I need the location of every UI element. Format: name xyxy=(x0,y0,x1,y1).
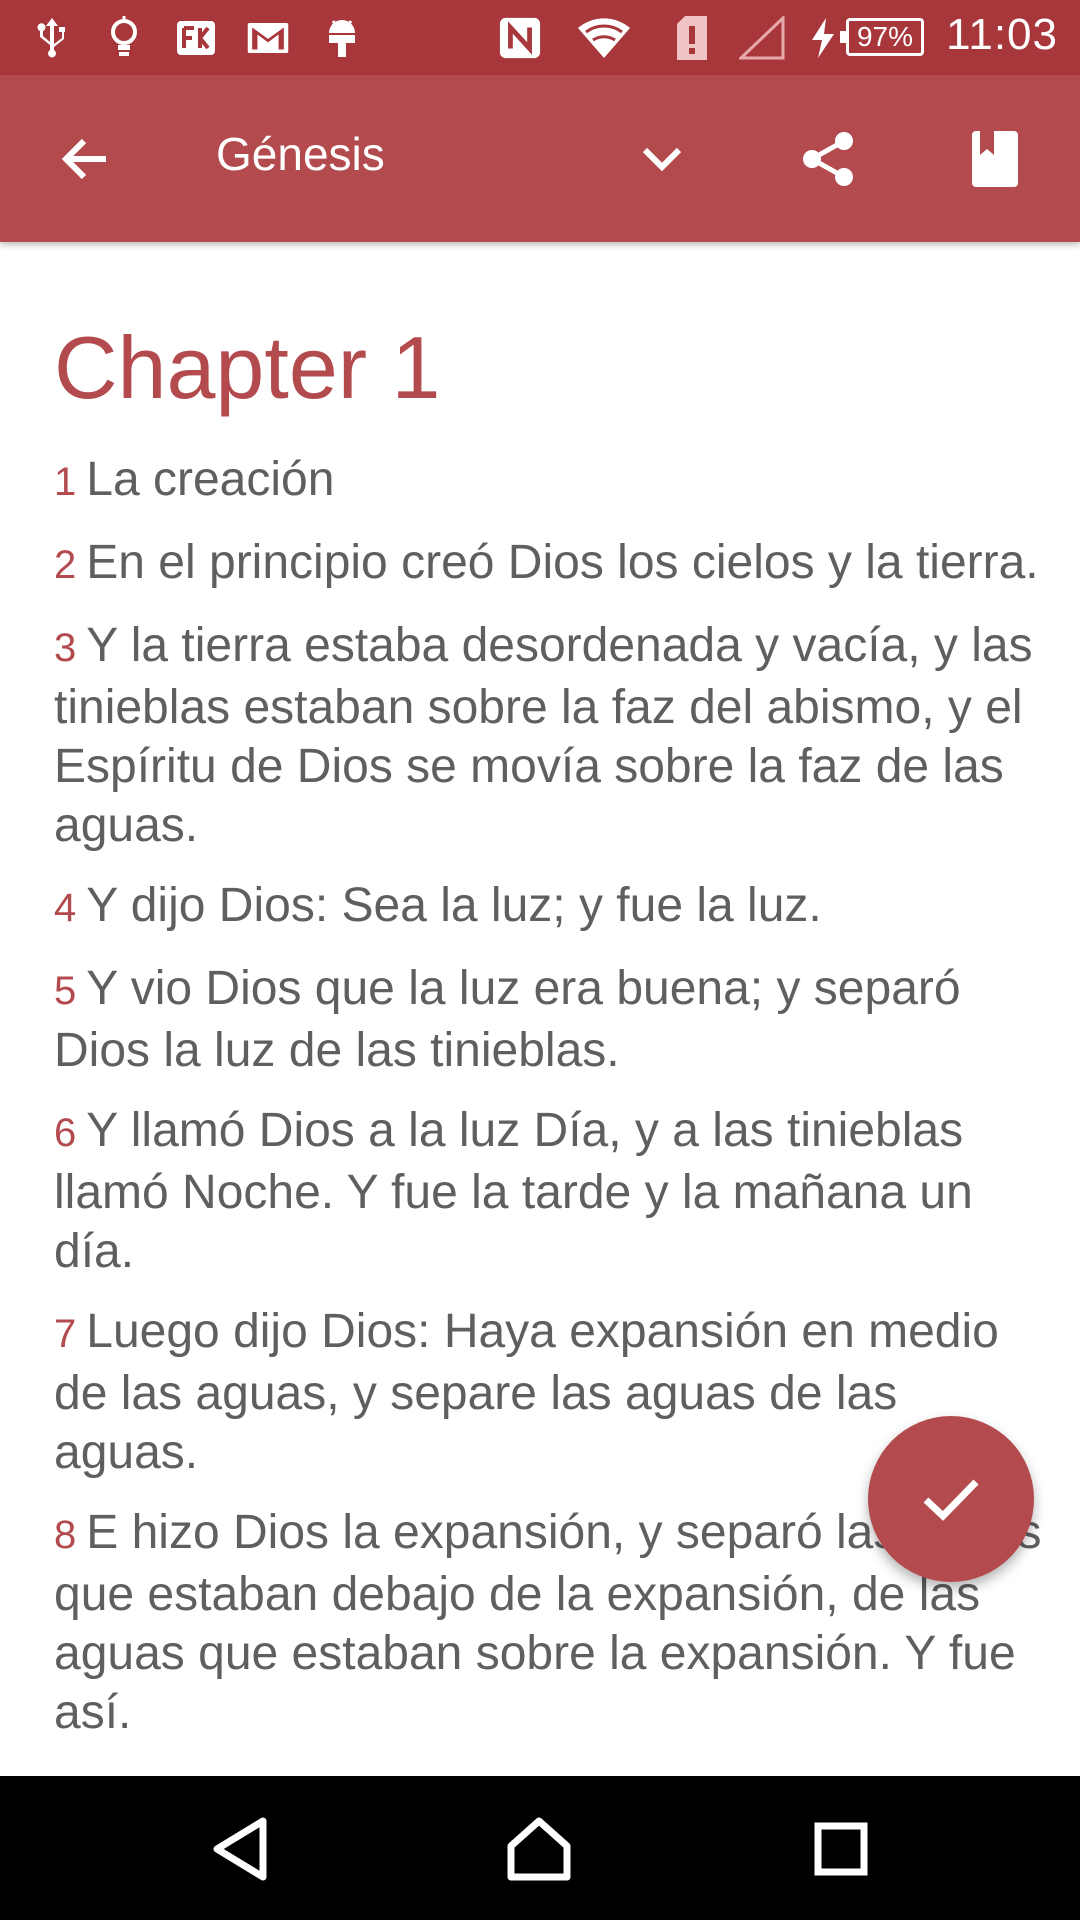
mark-read-button[interactable] xyxy=(868,1416,1034,1582)
verse[interactable]: 3Y la tierra estaba desordenada y vacía,… xyxy=(54,616,1044,855)
verse-text: En el principio creó Dios los cielos y l… xyxy=(86,536,1039,589)
verse[interactable]: 1 La creación xyxy=(54,450,1044,512)
bookmark-icon[interactable] xyxy=(955,119,1035,199)
book-title[interactable]: Génesis xyxy=(216,127,385,181)
nav-home-icon[interactable] xyxy=(494,1804,584,1894)
signal-icon xyxy=(738,14,786,62)
verse-text: Luego dijo Dios: Haya expansión en medio… xyxy=(54,1305,999,1479)
charging-icon xyxy=(804,14,840,62)
verse[interactable]: 5Y vio Dios que la luz era buena; y sepa… xyxy=(54,959,1044,1080)
verse-number: 7 xyxy=(54,1312,77,1356)
verse-number: 8 xyxy=(54,1513,77,1557)
usb-icon xyxy=(30,14,74,62)
app-bar: Génesis xyxy=(0,75,1080,242)
battery-level: 97% xyxy=(840,18,924,56)
check-icon xyxy=(923,1479,979,1521)
status-bar: 97% 11:03 xyxy=(0,0,1080,75)
store-icon xyxy=(174,14,218,62)
verse[interactable]: 4Y dijo Dios: Sea la luz; y fue la luz. xyxy=(54,876,1044,938)
sim-alert-icon xyxy=(670,14,714,62)
verse-list: 1 La creación 2 En el principio creó Dios … xyxy=(54,450,1044,1763)
arrow-back-icon[interactable] xyxy=(44,119,124,199)
gmail-icon xyxy=(246,14,290,62)
verse-text: La creación xyxy=(86,453,335,506)
system-nav-bar xyxy=(0,1776,1080,1920)
verse-number: 4 xyxy=(54,886,77,930)
verse-number: 1 xyxy=(54,460,77,504)
verse-text: Y dijo Dios: Sea la luz; y fue la luz. xyxy=(86,879,822,932)
verse-text: Y llamó Dios a la luz Día, y a las tinie… xyxy=(54,1104,973,1278)
verse[interactable]: 2 En el principio creó Dios los cielos y … xyxy=(54,533,1044,595)
verse-text: Y la tierra estaba desordenada y vacía, … xyxy=(54,619,1033,852)
verse-number: 2 xyxy=(54,543,77,587)
lightbulb-icon xyxy=(102,14,146,62)
verse-text: Y vio Dios que la luz era buena; y separ… xyxy=(54,962,961,1077)
share-icon[interactable] xyxy=(788,119,868,199)
verse-number: 6 xyxy=(54,1111,77,1155)
verse-number: 5 xyxy=(54,969,77,1013)
status-time: 11:03 xyxy=(946,10,1058,59)
chevron-down-icon[interactable] xyxy=(622,119,702,199)
verse[interactable]: 6Y llamó Dios a la luz Día, y a las tini… xyxy=(54,1101,1044,1281)
verse-number: 3 xyxy=(54,626,77,670)
chapter-title: Chapter 1 xyxy=(54,318,441,417)
nav-back-icon[interactable] xyxy=(196,1804,286,1894)
wifi-icon xyxy=(576,14,632,62)
android-icon xyxy=(320,14,364,62)
nav-recents-icon[interactable] xyxy=(796,1804,886,1894)
nfc-icon xyxy=(498,14,542,62)
